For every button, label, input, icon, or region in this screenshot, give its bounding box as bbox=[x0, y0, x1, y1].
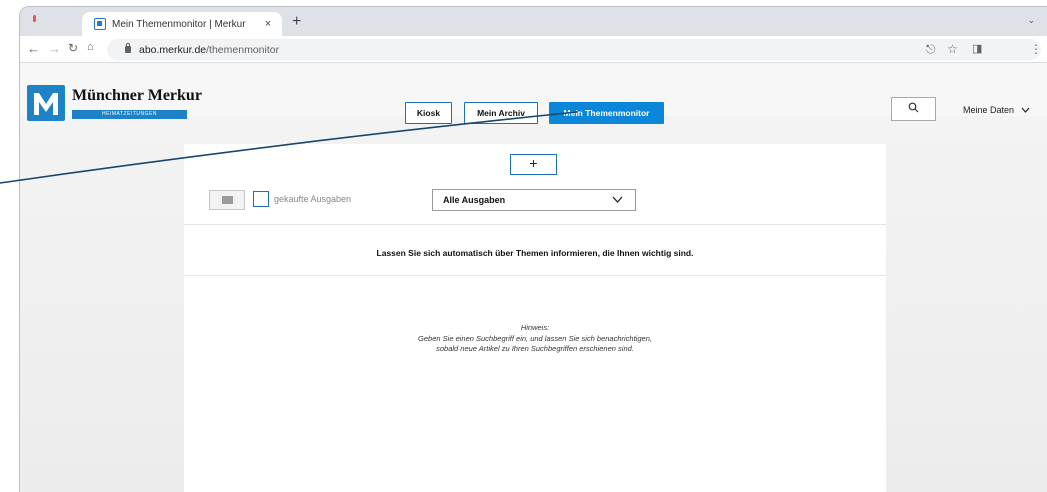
edition-select-value: Alle Ausgaben bbox=[443, 195, 506, 205]
themenmonitor-button[interactable]: Mein Themenmonitor bbox=[549, 102, 664, 124]
page: Münchner Merkur HEIMATZEITUNGEN Kiosk Me… bbox=[20, 64, 1047, 492]
back-icon[interactable]: ← bbox=[27, 41, 40, 56]
hint-line-1: Geben Sie einen Suchbegriff ein, und las… bbox=[418, 333, 652, 343]
purchased-label[interactable]: gekaufte Ausgaben bbox=[274, 194, 351, 204]
url-host: abo.merkur.de bbox=[139, 43, 207, 56]
search-button[interactable] bbox=[891, 97, 936, 121]
info-text: Lassen Sie sich automatisch über Themen … bbox=[376, 248, 694, 258]
merkur-favicon-icon bbox=[94, 18, 106, 30]
archiv-button[interactable]: Mein Archiv bbox=[464, 102, 538, 124]
menu-icon[interactable]: ⋮ bbox=[1030, 42, 1042, 56]
search-icon bbox=[908, 102, 919, 116]
purchased-checkbox[interactable] bbox=[253, 191, 269, 207]
meine-daten-label: Meine Daten bbox=[963, 105, 1015, 115]
share-icon[interactable]: ⎋ bbox=[926, 42, 936, 57]
home-icon[interactable]: ⌂ bbox=[87, 41, 94, 53]
browser-tab[interactable]: Mein Themenmonitor | Merkur × bbox=[82, 12, 282, 36]
meine-daten-menu[interactable]: Meine Daten bbox=[963, 105, 1030, 115]
tab-close-icon[interactable]: × bbox=[262, 18, 274, 30]
hint-text: Hinweis: Geben Sie einen Suchbegriff ein… bbox=[184, 323, 886, 355]
window-control-icon[interactable] bbox=[33, 15, 36, 22]
browser-window: Mein Themenmonitor | Merkur × + ⌄ ← → ↻ … bbox=[19, 6, 1047, 492]
brand-subtitle: HEIMATZEITUNGEN bbox=[72, 110, 187, 119]
url-path: /themenmonitor bbox=[206, 43, 280, 56]
forward-icon[interactable]: → bbox=[48, 41, 61, 56]
reload-icon[interactable]: ↻ bbox=[68, 41, 78, 55]
address-bar[interactable]: abo.merkur.de /themenmonitor bbox=[107, 39, 1041, 60]
bookmark-star-icon[interactable]: ☆ bbox=[947, 42, 958, 56]
kiosk-button[interactable]: Kiosk bbox=[405, 102, 452, 124]
hint-title: Hinweis: bbox=[520, 323, 550, 332]
new-tab-icon[interactable]: + bbox=[292, 13, 301, 31]
lock-icon[interactable] bbox=[125, 43, 131, 53]
calendar-button[interactable] bbox=[209, 190, 245, 210]
calendar-icon bbox=[221, 196, 233, 204]
merkur-logo-icon[interactable] bbox=[27, 85, 65, 121]
tab-search-icon[interactable]: ⌄ bbox=[1027, 15, 1035, 26]
side-panel-icon[interactable]: ◨ bbox=[972, 42, 982, 55]
chevron-down-icon bbox=[1021, 105, 1030, 115]
hint-line-2: sobald neue Artikel zu Ihren Suchbegriff… bbox=[436, 344, 634, 353]
chevron-down-icon bbox=[612, 194, 623, 206]
divider bbox=[184, 224, 886, 225]
main-content: + gekaufte Ausgaben Alle Ausgaben Lassen… bbox=[184, 144, 886, 492]
tab-title: Mein Themenmonitor | Merkur bbox=[112, 18, 246, 30]
browser-toolbar: ← → ↻ ⌂ abo.merkur.de /themenmonitor ⎋ ☆… bbox=[20, 36, 1047, 63]
edition-select[interactable]: Alle Ausgaben bbox=[432, 189, 636, 211]
tab-strip: Mein Themenmonitor | Merkur × + ⌄ bbox=[20, 7, 1047, 36]
add-topic-button[interactable]: + bbox=[510, 154, 557, 175]
brand-name[interactable]: Münchner Merkur bbox=[72, 87, 202, 105]
divider bbox=[184, 275, 886, 276]
